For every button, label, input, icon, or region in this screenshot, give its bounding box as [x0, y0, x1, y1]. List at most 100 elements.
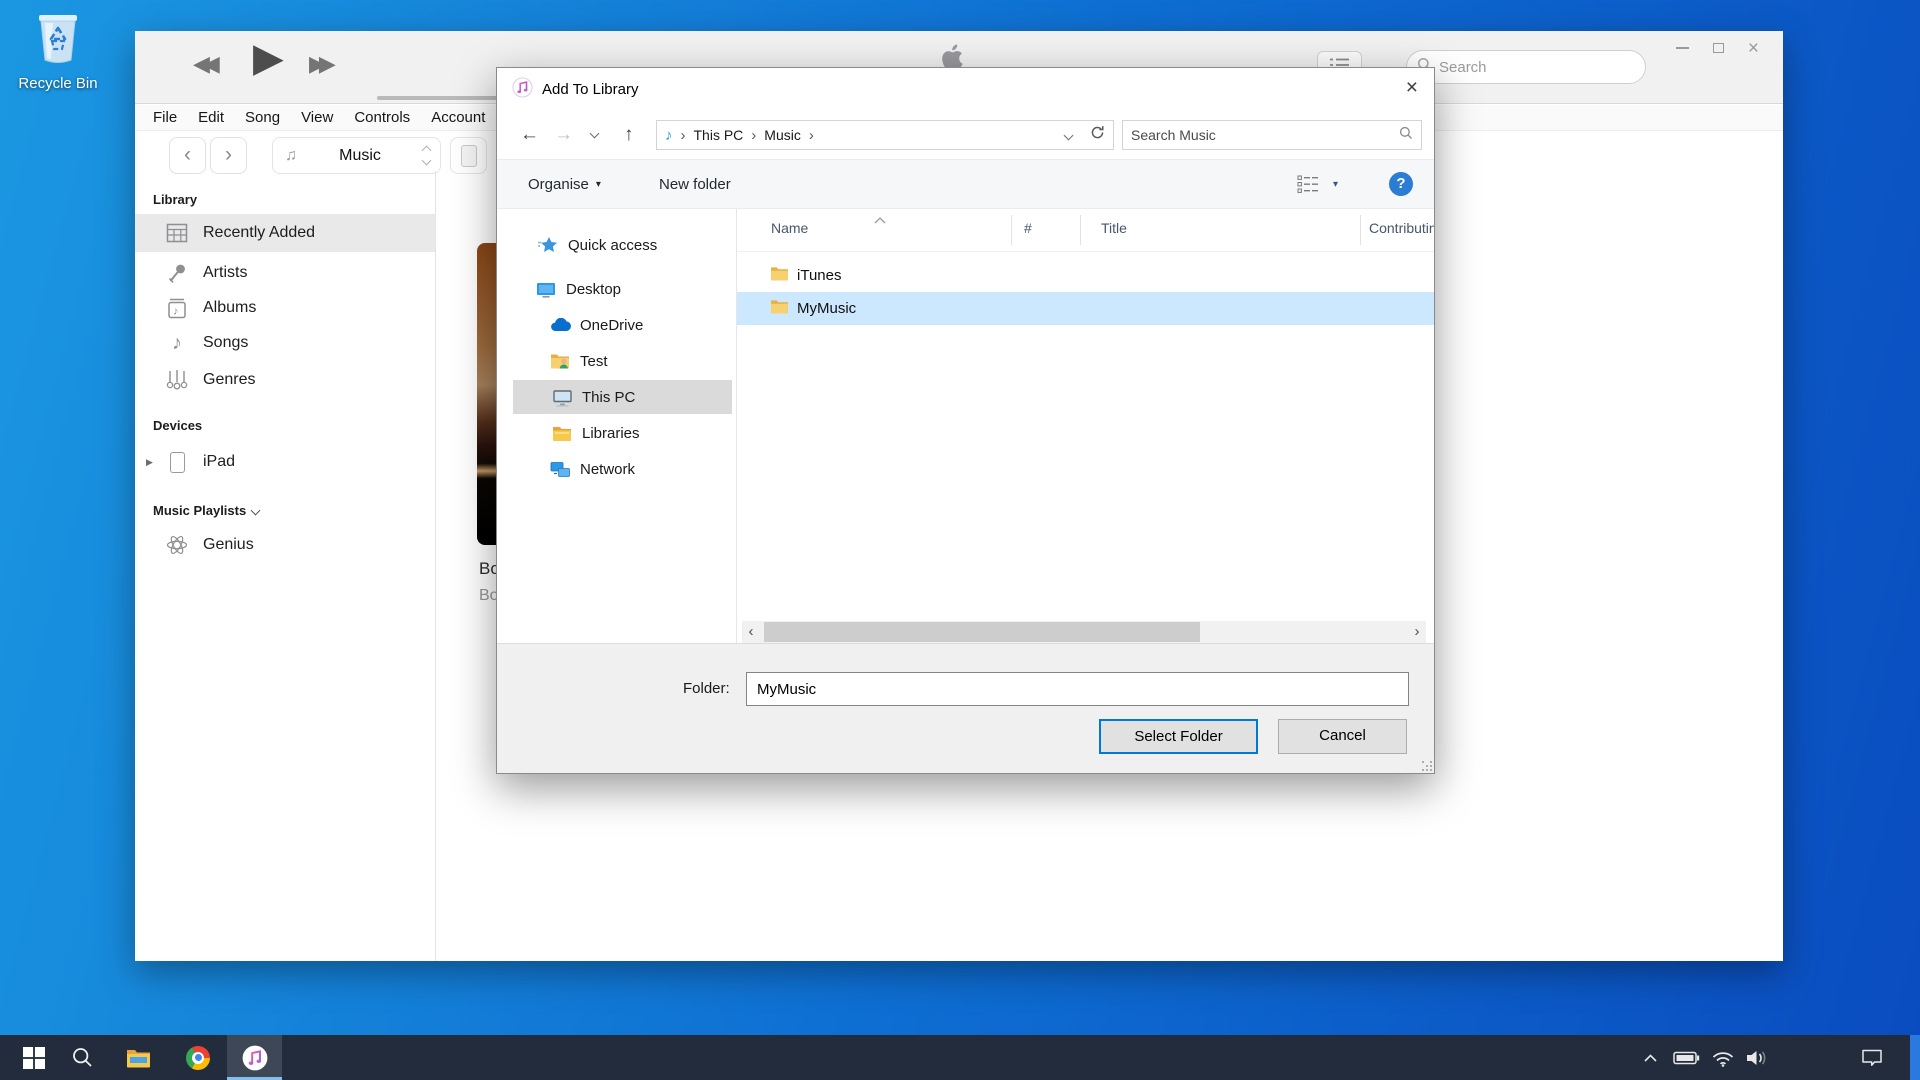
new-folder-label: New folder [659, 176, 731, 193]
media-type-picker[interactable]: ♫ Music [272, 137, 441, 174]
close-button[interactable]: × [1748, 39, 1759, 58]
dialog-footer: Folder: Select Folder Cancel [497, 643, 1434, 773]
device-button[interactable] [450, 137, 487, 174]
place-this-pc[interactable]: This PC [513, 380, 732, 414]
dialog-close-button[interactable]: × [1406, 77, 1418, 98]
menu-song[interactable]: Song [245, 109, 280, 126]
folder-name-input[interactable] [746, 672, 1409, 706]
column-separator[interactable] [1360, 215, 1361, 245]
nav-forward-button[interactable]: → [554, 123, 573, 147]
refresh-button[interactable] [1082, 120, 1114, 150]
sidebar-item-label: Genres [203, 371, 255, 389]
column-header-title[interactable]: Title [1101, 220, 1127, 236]
play-button[interactable]: ▶ [253, 35, 284, 81]
resize-grip[interactable] [1422, 761, 1424, 763]
show-desktop-strip[interactable] [1910, 1035, 1920, 1080]
sidebar-item-label: Recently Added [203, 224, 315, 242]
sidebar-item-artists[interactable]: Artists [135, 254, 435, 292]
network-icon [549, 461, 571, 478]
column-separator[interactable] [1011, 215, 1012, 245]
recycle-bin-icon [33, 55, 83, 72]
menu-view[interactable]: View [301, 109, 333, 126]
breadcrumb-music[interactable]: Music [764, 127, 801, 143]
itunes-search-box[interactable]: Search [1406, 50, 1646, 84]
menu-controls[interactable]: Controls [354, 109, 410, 126]
horizontal-scrollbar[interactable]: ‹ › [742, 621, 1426, 643]
taskbar-search-button[interactable] [60, 1035, 104, 1080]
start-button[interactable] [12, 1035, 56, 1080]
sidebar-item-ipad[interactable]: ▶ iPad [135, 443, 435, 481]
itunes-sidebar: Library Recently Added Artists ♪ [135, 171, 435, 961]
tray-hidden-icons-chevron[interactable] [1636, 1035, 1664, 1080]
libraries-folder-icon [551, 425, 573, 442]
place-onedrive[interactable]: OneDrive [513, 308, 732, 342]
file-explorer-icon [126, 1048, 151, 1068]
organise-label: Organise [528, 176, 589, 193]
recycle-bin-label: Recycle Bin [18, 75, 98, 92]
menu-file[interactable]: File [153, 109, 177, 126]
breadcrumb-separator-icon: › [801, 127, 822, 144]
scroll-left-arrow[interactable]: ‹ [742, 621, 760, 643]
itunes-back-button[interactable]: ‹ [169, 137, 206, 174]
sidebar-item-genius[interactable]: Genius [135, 526, 435, 564]
dialog-search-box[interactable]: Search Music [1122, 120, 1422, 150]
tray-battery[interactable] [1668, 1035, 1704, 1080]
rewind-button[interactable]: ◀◀ [193, 51, 213, 77]
atom-icon [165, 534, 189, 556]
cancel-button[interactable]: Cancel [1278, 719, 1407, 754]
file-name: iTunes [797, 267, 841, 284]
tray-action-center[interactable] [1850, 1035, 1894, 1080]
menu-edit[interactable]: Edit [198, 109, 224, 126]
sidebar-item-albums[interactable]: ♪ Albums [135, 289, 435, 327]
menu-account[interactable]: Account [431, 109, 485, 126]
view-dropdown-caret-icon[interactable]: ▾ [1333, 179, 1338, 190]
place-libraries[interactable]: Libraries [513, 416, 732, 450]
nav-back-button[interactable]: ← [520, 123, 539, 147]
tray-wifi[interactable] [1706, 1035, 1740, 1080]
breadcrumb-this-pc[interactable]: This PC [694, 127, 744, 143]
scrollbar-thumb[interactable] [764, 622, 1200, 642]
new-folder-button[interactable]: New folder [659, 160, 731, 208]
help-button[interactable]: ? [1389, 172, 1413, 196]
place-quick-access[interactable]: Quick access [513, 228, 732, 262]
search-icon [1399, 126, 1413, 145]
minimize-button[interactable] [1676, 47, 1689, 49]
place-desktop[interactable]: Desktop [513, 272, 732, 306]
place-test-user[interactable]: Test [513, 344, 732, 378]
column-header-name[interactable]: Name [771, 220, 808, 236]
file-row-mymusic[interactable]: MyMusic [737, 292, 1434, 325]
nav-up-button[interactable]: ↑ [624, 123, 634, 147]
organise-button[interactable]: Organise ▾ [528, 160, 601, 208]
dialog-titlebar[interactable]: Add To Library × [497, 68, 1434, 111]
select-folder-button[interactable]: Select Folder [1099, 719, 1258, 754]
place-label: Test [580, 353, 608, 370]
music-playlists-header[interactable]: Music Playlists [153, 500, 259, 520]
chrome-icon [186, 1046, 210, 1070]
place-network[interactable]: Network [513, 452, 732, 486]
wifi-icon [1711, 1049, 1735, 1067]
place-label: Libraries [582, 425, 640, 442]
folder-label: Folder: [683, 680, 730, 697]
scroll-right-arrow[interactable]: › [1408, 621, 1426, 643]
fast-forward-button[interactable]: ▶▶ [309, 51, 329, 77]
sidebar-item-genres[interactable]: Genres [135, 361, 435, 399]
column-separator[interactable] [1080, 215, 1081, 245]
nav-history-chevron-icon[interactable] [590, 129, 600, 139]
taskbar-chrome[interactable] [176, 1035, 220, 1080]
tray-volume[interactable] [1740, 1035, 1774, 1080]
disclosure-triangle-icon[interactable]: ▶ [146, 457, 153, 468]
sidebar-item-songs[interactable]: ♪ Songs [135, 324, 435, 362]
taskbar-itunes-active[interactable] [227, 1035, 282, 1080]
address-bar[interactable]: ♪ › This PC › Music › [656, 120, 1083, 150]
recycle-bin[interactable]: Recycle Bin [18, 10, 98, 92]
sidebar-item-recently-added[interactable]: Recently Added [135, 214, 435, 252]
address-dropdown-chevron-icon[interactable] [1064, 130, 1074, 140]
details-view-button[interactable] [1297, 175, 1319, 199]
column-header-number[interactable]: # [1024, 220, 1032, 236]
itunes-forward-button[interactable]: › [210, 137, 247, 174]
column-header-contributing-artists[interactable]: Contributing artists [1369, 220, 1434, 236]
file-row-itunes[interactable]: iTunes [737, 259, 1434, 292]
battery-icon [1673, 1051, 1700, 1065]
maximize-button[interactable] [1713, 43, 1724, 53]
taskbar-file-explorer[interactable] [116, 1035, 160, 1080]
